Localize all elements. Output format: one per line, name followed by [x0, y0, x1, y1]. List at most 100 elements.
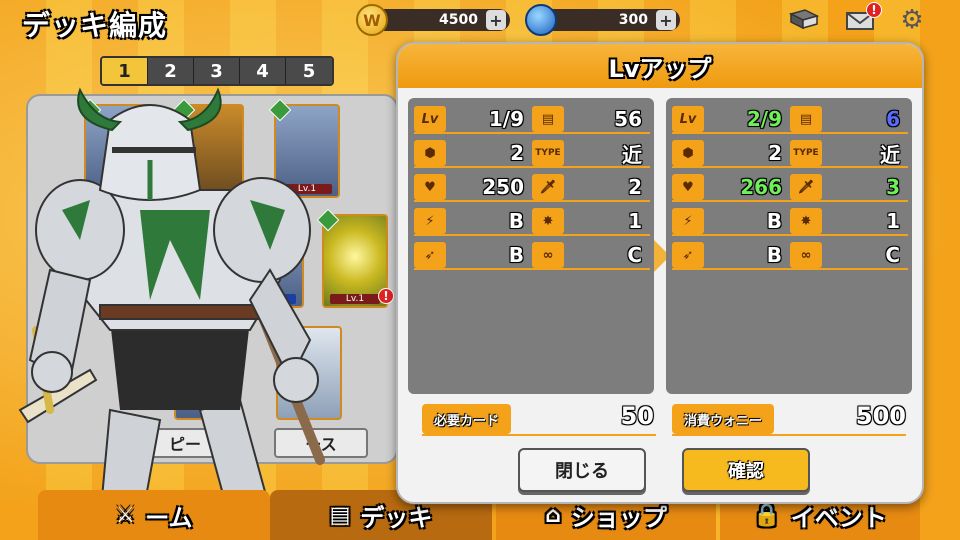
gold-amount: 4500 [439, 12, 478, 28]
hp-value: 250 [482, 175, 524, 199]
sword-icon: 🗡 [532, 174, 564, 200]
range-stat: ∞ C [532, 242, 650, 270]
cost-stat: ▤ 56 [532, 106, 650, 134]
type-icon: TYPE [790, 140, 822, 166]
required-cards-label: 必要カード [422, 404, 512, 434]
divider [422, 434, 656, 436]
stat-row: ♥ 266 🗡 3 [672, 174, 908, 202]
type-stat: TYPE 近 [790, 140, 908, 168]
attack-value: 3 [886, 175, 900, 199]
stat-row: ⬢ 2 TYPE 近 [414, 140, 650, 168]
burst-icon: ✸ [532, 208, 564, 234]
winged-boot-icon: ➶ [414, 242, 446, 268]
attack-stat: 🗡 3 [790, 174, 908, 202]
stat-row: Lv 1/9 ▤ 56 [414, 106, 650, 134]
skill-stat: ✸ 1 [532, 208, 650, 236]
book-icon-graphic [789, 9, 819, 30]
required-cards-value: 50 [620, 402, 654, 430]
type-icon: TYPE [532, 140, 564, 166]
screen-title: デッキ編成 [22, 9, 168, 42]
gem-counter: 300 + [540, 9, 680, 31]
move-stat: ➶ B [672, 242, 790, 270]
level-stat: Lv 2/9 [672, 106, 790, 134]
stat-row: ⬢ 2 TYPE 近 [672, 140, 908, 168]
lock-icon: 🔒 [753, 502, 781, 528]
book-icon: ▤ [329, 502, 351, 528]
cost-stat: ▤ 6 [790, 106, 908, 134]
binoculars-icon: ∞ [790, 242, 822, 268]
attack-stat: 🗡 2 [532, 174, 650, 202]
sword-icon: 🗡 [790, 174, 822, 200]
winged-sword-icon: ⚡ [672, 208, 704, 234]
skill-stat: ✸ 1 [790, 208, 908, 236]
dialog-header: Lvアップ [398, 44, 922, 88]
knight-character [18, 87, 325, 540]
blue-gem-icon [525, 4, 557, 36]
close-button[interactable]: 閉じる [518, 448, 646, 492]
stat-row: ➶ B ∞ C [672, 242, 908, 270]
stat-row: ⚡ B ✸ 1 [414, 208, 650, 236]
book-icon[interactable] [788, 6, 820, 34]
speed-value: B [766, 209, 782, 233]
winged-sword-icon: ⚡ [414, 208, 446, 234]
mana-value: 2 [768, 141, 782, 165]
gear-icon[interactable]: ⚙ [896, 5, 928, 35]
mana-stat: ⬢ 2 [414, 140, 532, 168]
level-icon: Lv [672, 106, 704, 132]
stats-before-panel: Lv 1/9 ▤ 56 ⬢ 2 TYPE 近 ♥ 250 � [408, 98, 654, 394]
divider [672, 434, 906, 436]
dialog-title: Lvアップ [608, 54, 712, 83]
speed-stat: ⚡ B [414, 208, 532, 236]
burst-icon: ✸ [790, 208, 822, 234]
move-value: B [508, 243, 524, 267]
levelup-dialog: Lvアップ Lv 1/9 ▤ 56 ⬢ 2 TYPE 近 ♥ 250 🗡 2 ⚡… [396, 42, 924, 504]
mail-alert-badge: ! [866, 2, 882, 18]
card-stack-icon: ▤ [790, 106, 822, 132]
shop-icon: ⌂ [545, 502, 561, 528]
nav-label: ーム [145, 503, 193, 532]
hexagon-icon: ⬢ [672, 140, 704, 166]
stat-row: ♥ 250 🗡 2 [414, 174, 650, 202]
hexagon-icon: ⬢ [414, 140, 446, 166]
move-value: B [766, 243, 782, 267]
binoculars-icon: ∞ [532, 242, 564, 268]
stat-row: Lv 2/9 ▤ 6 [672, 106, 908, 134]
level-stat: Lv 1/9 [414, 106, 532, 134]
mana-value: 2 [510, 141, 524, 165]
hp-stat: ♥ 266 [672, 174, 790, 202]
card-stack-icon: ▤ [532, 106, 564, 132]
level-icon: Lv [414, 106, 446, 132]
level-value: 2/9 [746, 107, 782, 131]
range-stat: ∞ C [790, 242, 908, 270]
cost-amount: 500 [855, 402, 906, 430]
nav-home-button[interactable]: ⚔ ーム [38, 490, 270, 540]
cost-value: 56 [614, 107, 642, 131]
range-value: C [885, 243, 900, 267]
mana-stat: ⬢ 2 [672, 140, 790, 168]
add-gem-button[interactable]: + [656, 10, 676, 30]
mail-icon[interactable]: ! [844, 2, 882, 34]
cost-value: 6 [886, 107, 900, 131]
skill-value: 1 [886, 209, 900, 233]
attack-value: 2 [628, 175, 642, 199]
skill-value: 1 [628, 209, 642, 233]
move-stat: ➶ B [414, 242, 532, 270]
winged-boot-icon: ➶ [672, 242, 704, 268]
speed-stat: ⚡ B [672, 208, 790, 236]
type-stat: TYPE 近 [532, 140, 650, 168]
gold-coin-icon: W [356, 4, 388, 36]
hp-value: 266 [740, 175, 782, 199]
add-gold-button[interactable]: + [486, 10, 506, 30]
sword-icon: ⚔ [115, 502, 136, 528]
gem-amount: 300 [618, 12, 648, 28]
type-value: 近 [622, 142, 642, 167]
cost-label: 消費ウォニー [672, 404, 775, 434]
speed-value: B [508, 209, 524, 233]
range-value: C [627, 243, 642, 267]
stat-row: ⚡ B ✸ 1 [672, 208, 908, 236]
stats-after-panel: Lv 2/9 ▤ 6 ⬢ 2 TYPE 近 ♥ 266 🗡 3 ⚡ B ✸ 1 … [666, 98, 912, 394]
confirm-button[interactable]: 確認 [682, 448, 810, 492]
heart-icon: ♥ [414, 174, 446, 200]
stat-row: ➶ B ∞ C [414, 242, 650, 270]
gold-counter: 4500 + [370, 9, 510, 31]
